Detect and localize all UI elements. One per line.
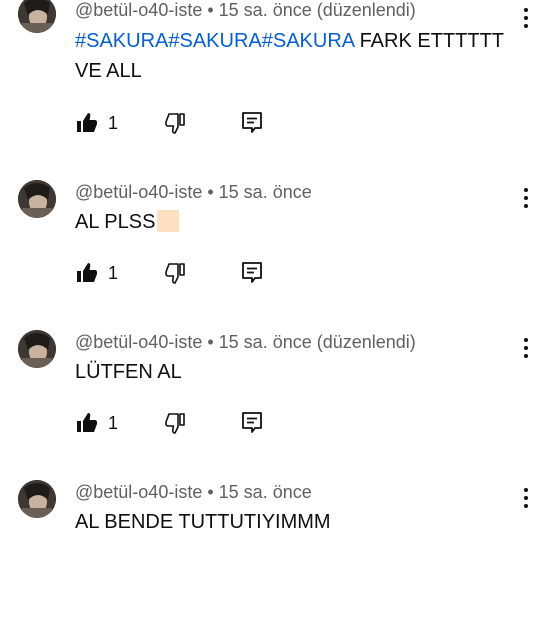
hashtag-link[interactable]: #SAKURA	[168, 30, 261, 52]
comment-body: LÜTFEN AL	[75, 361, 182, 383]
comment-item: @betül-o40-iste • 15 sa. önce AL PLSS 1	[0, 180, 560, 330]
meta-separator: •	[207, 482, 214, 502]
avatar[interactable]	[18, 330, 56, 368]
hashtag-link[interactable]: #SAKURA	[262, 30, 354, 52]
comment-text: #SAKURA#SAKURA#SAKURA FARK ETTTTTT VE AL…	[75, 26, 530, 86]
author-name[interactable]: @betül-o40-iste	[75, 482, 202, 502]
comment-item: @betül-o40-iste • 15 sa. önce (düzenlendi)…	[0, 330, 560, 480]
reply-button[interactable]	[241, 108, 263, 138]
meta-separator: •	[207, 332, 214, 352]
comment-reply-icon	[242, 412, 262, 433]
hashtag-link[interactable]: #SAKURA	[75, 30, 168, 52]
comment-text: AL BENDE TUTTUTIYIMMM	[75, 507, 530, 537]
comment-actions: 1	[75, 258, 295, 288]
comment-meta: @betül-o40-iste • 15 sa. önce	[75, 482, 312, 503]
comment-item: @betül-o40-iste • 15 sa. önce AL BENDE TUT…	[0, 480, 560, 630]
thumb-down-outline-icon	[165, 113, 185, 134]
comment-body: AL PLSS	[75, 211, 156, 233]
meta-separator: •	[207, 0, 214, 20]
like-button[interactable]: 1	[75, 408, 118, 438]
more-vert-icon[interactable]	[518, 336, 534, 360]
timestamp[interactable]: 15 sa. önce (düzenlendi)	[219, 0, 416, 20]
thumb-down-outline-icon	[165, 263, 185, 284]
meta-separator: •	[207, 182, 214, 202]
comment-text: LÜTFEN AL	[75, 357, 530, 387]
comment-item: @betül-o40-iste • 15 sa. önce (düzenlendi)…	[0, 0, 560, 150]
more-vert-icon[interactable]	[518, 486, 534, 510]
comment-meta: @betül-o40-iste • 15 sa. önce (düzenlendi)	[75, 0, 416, 21]
avatar[interactable]	[18, 480, 56, 518]
like-count: 1	[108, 412, 119, 433]
thumb-up-filled-icon	[77, 113, 97, 132]
more-vert-icon[interactable]	[518, 6, 534, 30]
comment-actions: 1	[75, 408, 295, 438]
emoji-icon	[157, 210, 180, 232]
avatar[interactable]	[18, 180, 56, 218]
dislike-button[interactable]	[163, 408, 187, 438]
thumb-down-outline-icon	[165, 413, 185, 434]
author-name[interactable]: @betül-o40-iste	[75, 182, 202, 202]
author-name[interactable]: @betül-o40-iste	[75, 332, 202, 352]
thumb-up-filled-icon	[77, 413, 97, 432]
comment-text: AL PLSS	[75, 207, 530, 237]
comment-actions: 1	[75, 108, 295, 138]
dislike-button[interactable]	[163, 258, 187, 288]
reply-button[interactable]	[241, 408, 263, 438]
like-button[interactable]: 1	[75, 108, 118, 138]
like-button[interactable]: 1	[75, 258, 118, 288]
comment-meta: @betül-o40-iste • 15 sa. önce	[75, 182, 312, 203]
timestamp[interactable]: 15 sa. önce	[219, 182, 312, 202]
more-vert-icon[interactable]	[518, 186, 534, 210]
like-count: 1	[108, 112, 119, 133]
thumb-up-filled-icon	[77, 263, 97, 282]
comment-meta: @betül-o40-iste • 15 sa. önce (düzenlendi)	[75, 332, 416, 353]
comment-reply-icon	[242, 112, 262, 133]
comment-body: AL BENDE TUTTUTIYIMMM	[75, 511, 331, 533]
author-name[interactable]: @betül-o40-iste	[75, 0, 202, 20]
reply-button[interactable]	[241, 258, 263, 288]
like-count: 1	[108, 262, 119, 283]
timestamp[interactable]: 15 sa. önce (düzenlendi)	[219, 332, 416, 352]
avatar[interactable]	[18, 0, 56, 33]
comment-reply-icon	[242, 262, 262, 283]
timestamp[interactable]: 15 sa. önce	[219, 482, 312, 502]
dislike-button[interactable]	[163, 108, 187, 138]
